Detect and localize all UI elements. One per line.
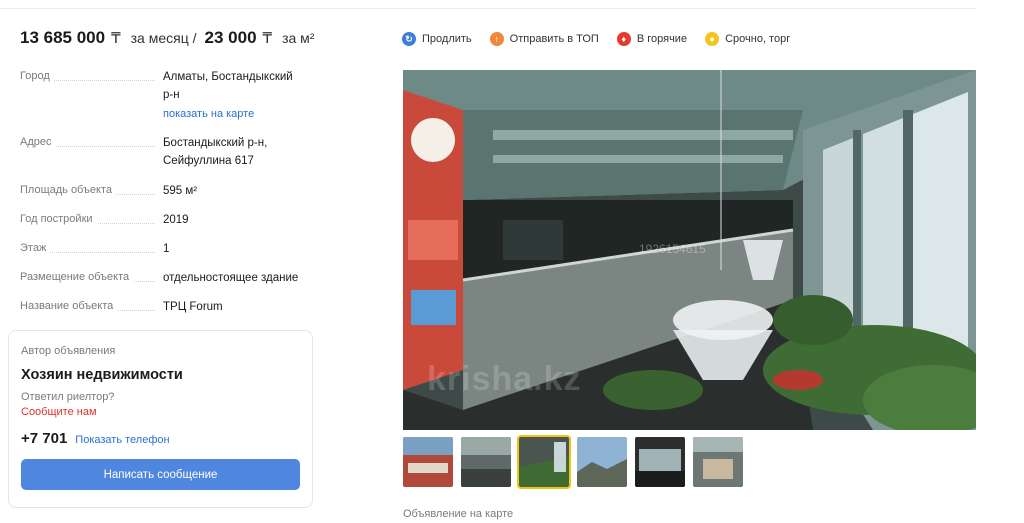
thumbnail-5[interactable]: [635, 437, 685, 487]
price-per-m2: 23 000: [204, 28, 257, 47]
prop-address: Адрес Бостандыкский р-н, Сейфуллина 617: [20, 134, 320, 170]
prop-label: Год постройки: [20, 213, 97, 225]
action-send-top[interactable]: ↑ Отправить в ТОП: [489, 32, 599, 46]
thumbnail-1[interactable]: [403, 437, 453, 487]
thumbnail-6[interactable]: [693, 437, 743, 487]
thumbnail-strip: [403, 435, 743, 489]
action-urgent[interactable]: ● Срочно, торг: [705, 32, 790, 46]
phone-row: +7 701 Показать телефон: [21, 430, 300, 447]
city-value: Алматы, Бостандыкский р-н: [163, 71, 293, 101]
prop-label: Название объекта: [20, 300, 118, 312]
monthly-price: 13 685 000: [20, 28, 106, 47]
prop-object-name: Название объекта ТРЦ Forum: [20, 298, 320, 316]
prop-value: 1: [163, 243, 170, 255]
prop-value: 595 м²: [163, 185, 198, 197]
top-divider: [0, 8, 976, 9]
fire-icon: ♦: [616, 32, 631, 46]
address-value: Бостандыкский р-н, Сейфуллина 617: [163, 137, 268, 167]
watermark: krisha.kz: [427, 360, 582, 398]
write-message-button[interactable]: Написать сообщение: [21, 459, 300, 490]
action-label: Срочно, торг: [725, 33, 791, 45]
show-on-map-link[interactable]: показать на карте: [163, 105, 320, 123]
prop-value: отдельностоящее здание: [163, 272, 299, 284]
action-label: В горячие: [636, 33, 688, 45]
prop-label: Город: [20, 70, 54, 82]
prop-value: ТРЦ Forum: [163, 301, 223, 313]
thumbnail-2[interactable]: [461, 437, 511, 487]
listing-actions: ↻ Продлить ↑ Отправить в ТОП ♦ В горячие…: [402, 32, 790, 46]
prop-label: Адрес: [20, 136, 56, 148]
action-hot[interactable]: ♦ В горячие: [616, 32, 688, 46]
prop-value: 2019: [163, 214, 189, 226]
per-m2-unit: за м²: [282, 30, 315, 46]
prop-value: Алматы, Бостандыкский р-н показать на ка…: [163, 68, 320, 123]
prop-label: Размещение объекта: [20, 271, 134, 283]
main-photo[interactable]: krisha.kz 1926154615: [403, 70, 976, 430]
arrow-up-icon: ↑: [489, 32, 504, 46]
action-label: Продлить: [422, 33, 472, 45]
monthly-unit: за месяц /: [130, 30, 197, 46]
prop-label: Этаж: [20, 242, 51, 254]
currency-symbol: ₸: [111, 30, 121, 47]
price-block: 13 685 000 ₸ за месяц / 23 000 ₸ за м²: [20, 28, 314, 48]
refresh-icon: ↻: [402, 32, 416, 46]
phone-number: +7 701: [21, 430, 68, 447]
realtor-question: Ответил риелтор?: [21, 391, 115, 403]
show-phone-link[interactable]: Показать телефон: [75, 434, 169, 446]
property-list: Город Алматы, Бостандыкский р-н показать…: [20, 68, 320, 327]
prop-city: Город Алматы, Бостандыкский р-н показать…: [20, 68, 320, 123]
tag-icon: ●: [705, 32, 720, 46]
prop-value: Бостандыкский р-н, Сейфуллина 617: [163, 134, 320, 170]
photo-id: 1926154615: [639, 242, 706, 256]
prop-floor: Этаж 1: [20, 240, 320, 258]
prop-placement: Размещение объекта отдельностоящее здани…: [20, 269, 320, 287]
report-link[interactable]: Сообщите нам: [21, 406, 300, 418]
thumbnail-3[interactable]: [517, 435, 571, 489]
prop-year: Год постройки 2019: [20, 211, 320, 229]
author-card: Автор объявления Хозяин недвижимости Отв…: [8, 330, 313, 508]
action-label: Отправить в ТОП: [509, 33, 599, 45]
prop-label: Площадь объекта: [20, 184, 116, 196]
thumbnail-4[interactable]: [577, 437, 627, 487]
author-caption: Автор объявления: [21, 345, 116, 357]
currency-symbol-m2: ₸: [262, 30, 273, 47]
map-caption: Объявление на карте: [403, 508, 514, 520]
author-name: Хозяин недвижимости: [21, 367, 183, 383]
prop-area: Площадь объекта 595 м²: [20, 182, 320, 200]
action-extend[interactable]: ↻ Продлить: [402, 32, 472, 46]
